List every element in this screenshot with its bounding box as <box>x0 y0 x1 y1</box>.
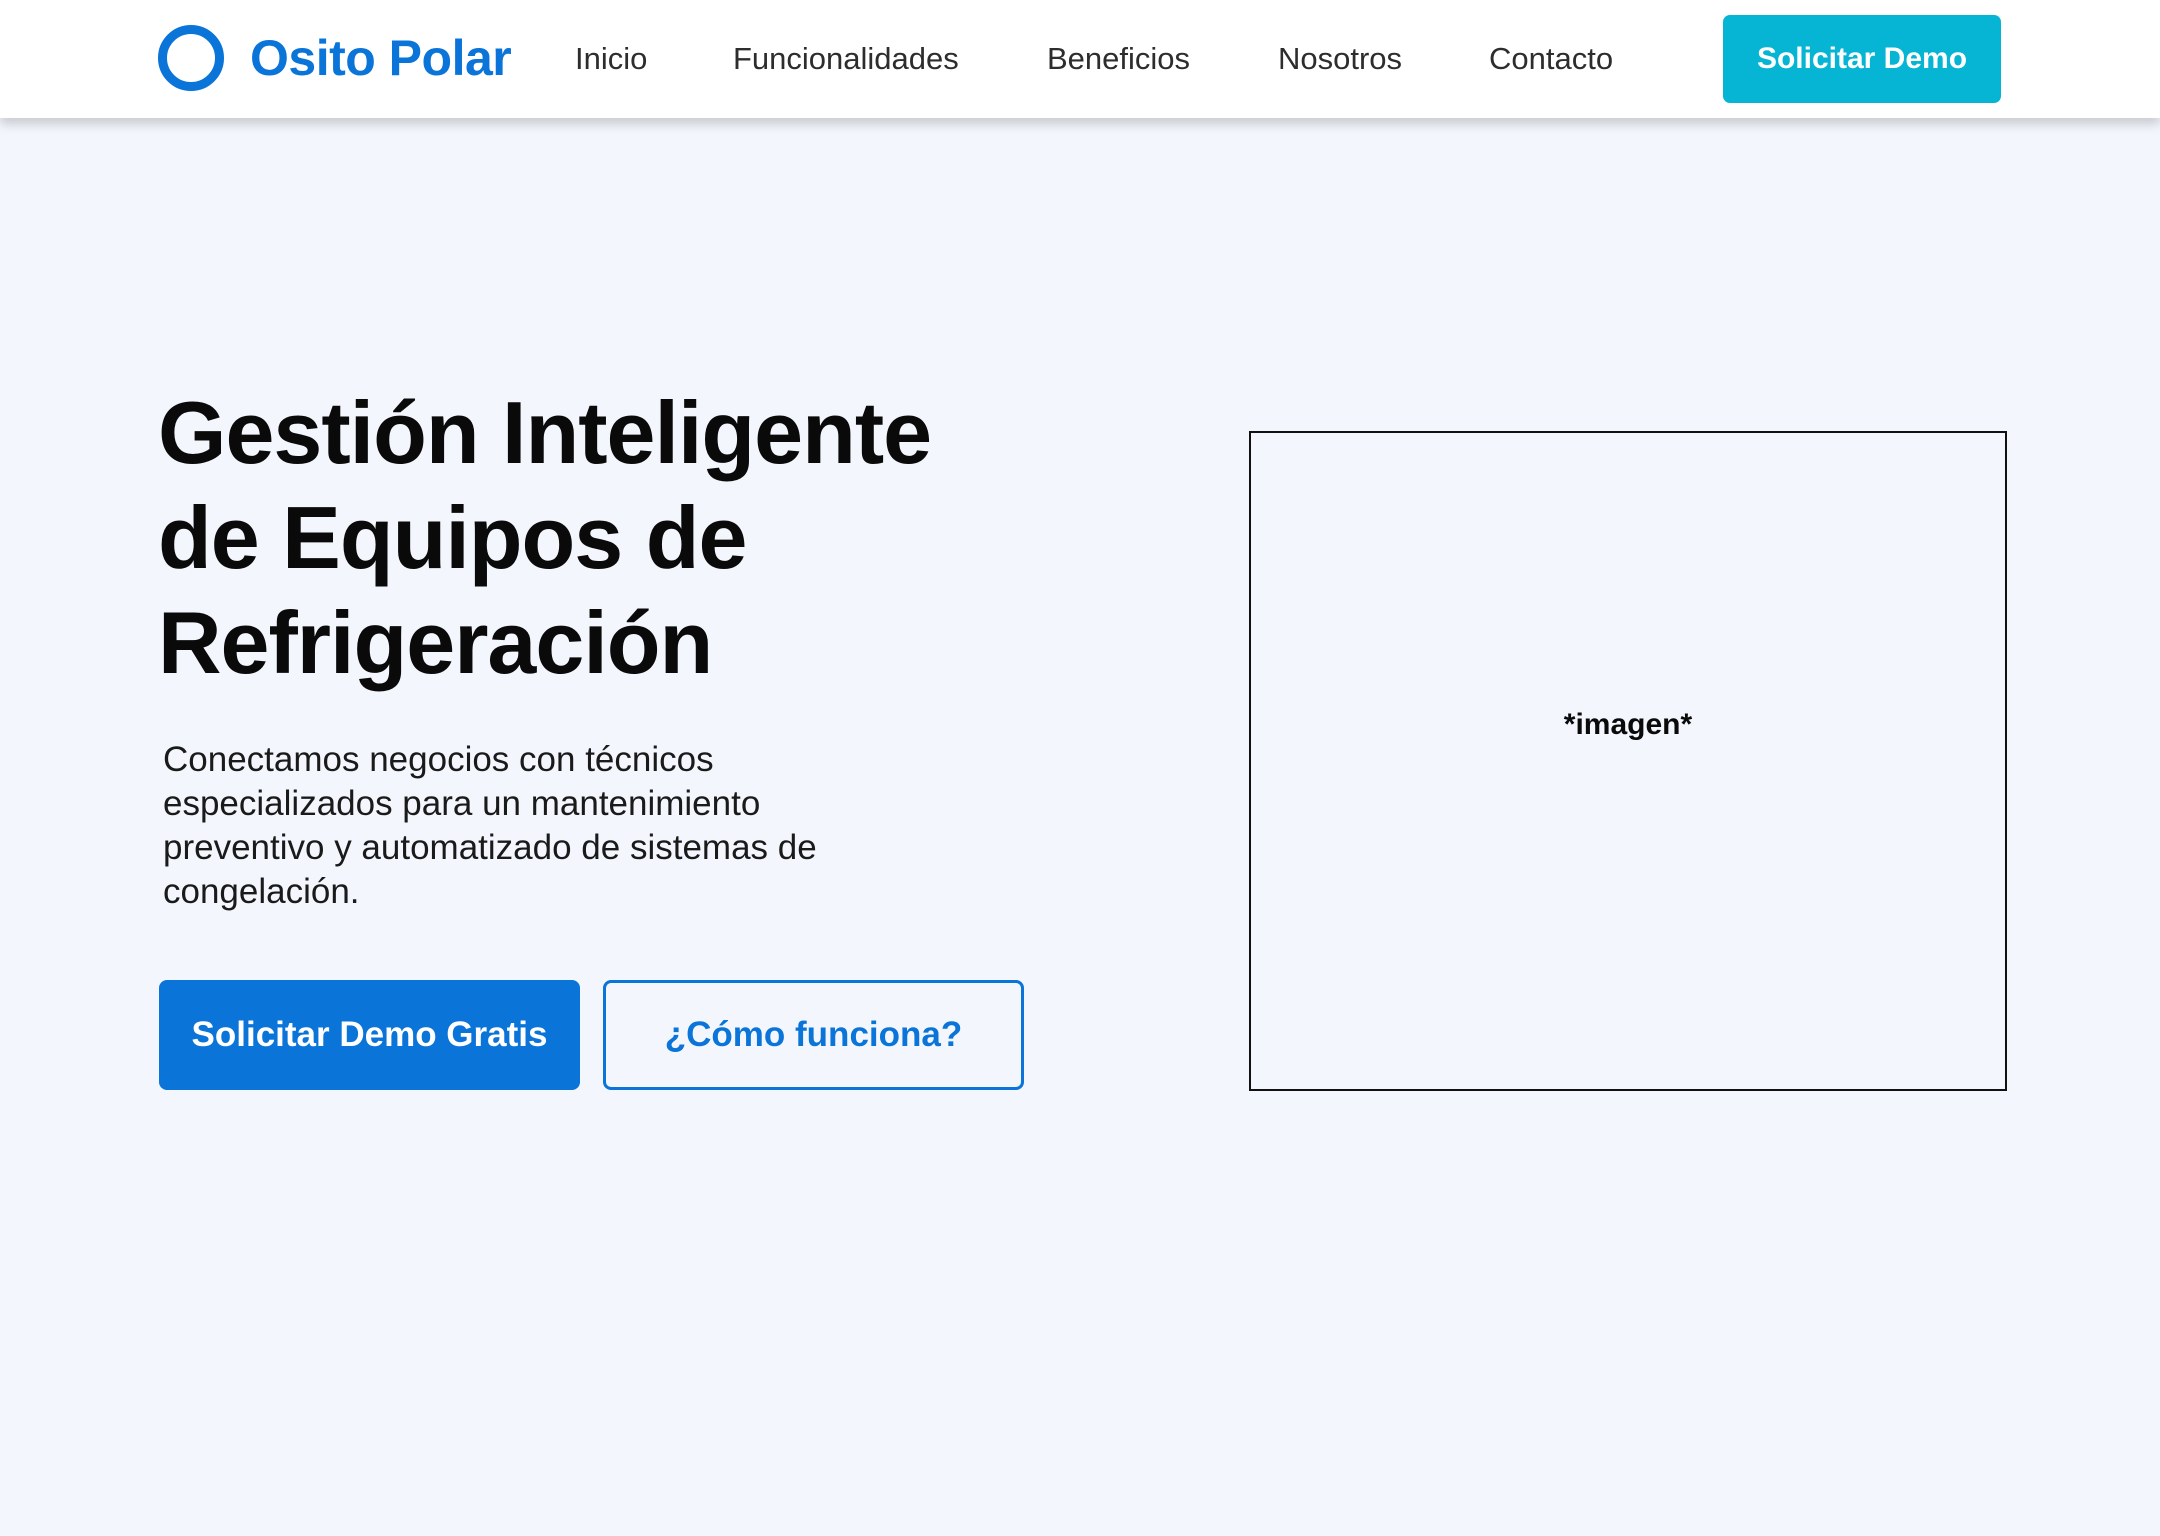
site-header: Osito Polar Inicio Funcionalidades Benef… <box>0 0 2160 118</box>
ring-logo-icon <box>158 25 224 91</box>
brand-logo-link[interactable]: Osito Polar <box>158 25 512 91</box>
header-demo-button[interactable]: Solicitar Demo <box>1723 15 2001 103</box>
request-demo-button[interactable]: Solicitar Demo Gratis <box>159 980 580 1090</box>
image-placeholder-label: *imagen* <box>1563 708 1693 741</box>
nav-link-funcionalidades[interactable]: Funcionalidades <box>733 38 959 80</box>
brand-name: Osito Polar <box>250 30 512 86</box>
nav-link-inicio[interactable]: Inicio <box>575 38 647 80</box>
nav-link-nosotros[interactable]: Nosotros <box>1278 38 1402 80</box>
nav-link-beneficios[interactable]: Beneficios <box>1047 38 1190 80</box>
hero-image-placeholder: *imagen* <box>1249 431 2007 1091</box>
how-it-works-button[interactable]: ¿Cómo funciona? <box>603 980 1024 1090</box>
hero-description: Conectamos negocios con técnicos especia… <box>163 740 817 911</box>
nav-link-contacto[interactable]: Contacto <box>1489 38 1613 80</box>
hero-title: Gestión Inteligente de Equipos de Refrig… <box>158 383 932 692</box>
